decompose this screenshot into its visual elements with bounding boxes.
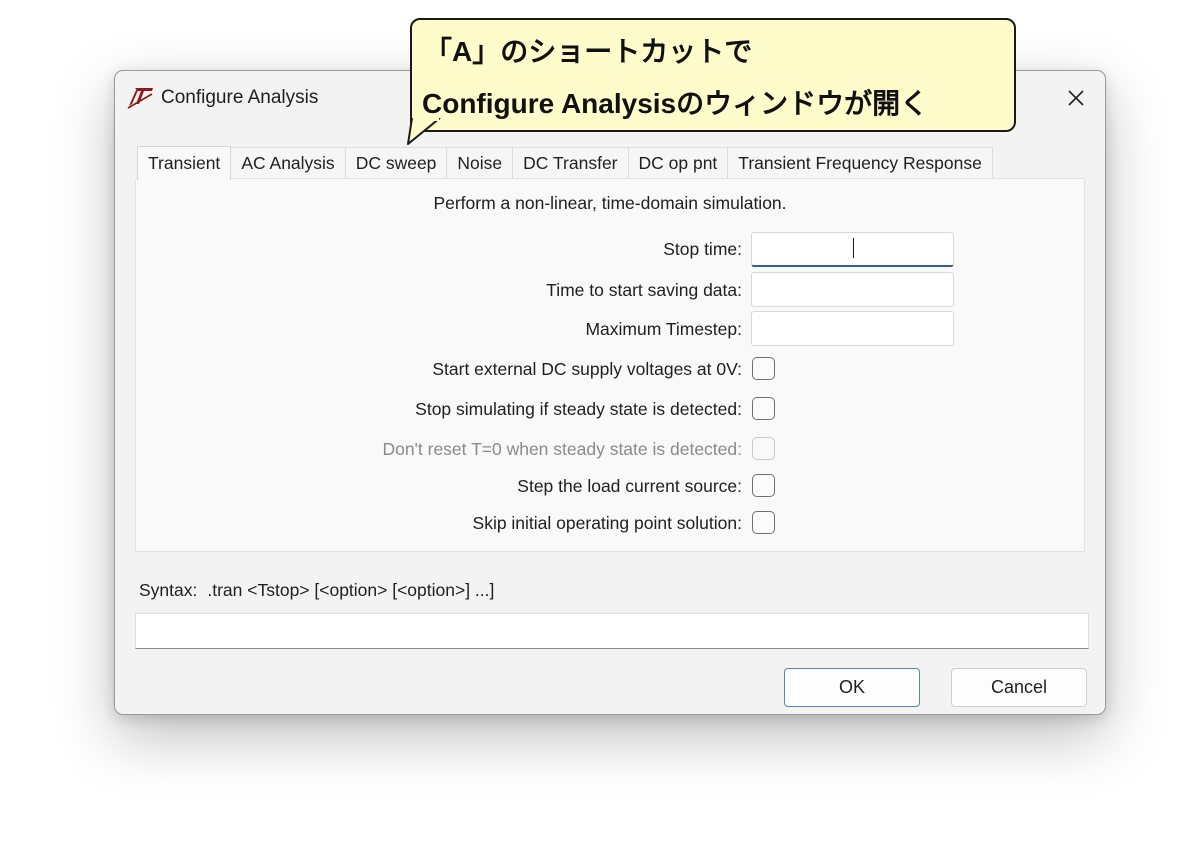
stop-steady-state-label: Stop simulating if steady state is detec… <box>415 399 742 419</box>
dont-reset-t0-label: Don't reset T=0 when steady state is det… <box>382 439 742 459</box>
callout-line-1: 「A」のショートカットで <box>424 36 753 67</box>
panel-description: Perform a non-linear, time-domain simula… <box>433 193 787 213</box>
stop-time-input[interactable] <box>751 232 954 267</box>
analysis-tabs: Transient AC Analysis DC sweep Noise DC … <box>137 145 993 180</box>
tab-dc-transfer[interactable]: DC Transfer <box>513 147 629 179</box>
tab-transient-frequency-response[interactable]: Transient Frequency Response <box>728 147 993 179</box>
syntax-value: .tran <Tstop> [<option> [<option>] ...] <box>207 580 495 600</box>
ok-button[interactable]: OK <box>784 668 920 707</box>
dont-reset-t0-checkbox <box>752 437 775 460</box>
tab-transient[interactable]: Transient <box>137 146 232 180</box>
step-load-current-label: Step the load current source: <box>517 476 742 496</box>
callout-line-2: Configure Analysisのウィンドウが開く <box>422 88 929 119</box>
tab-dc-op-pnt[interactable]: DC op pnt <box>628 147 729 179</box>
callout-tail <box>407 118 441 145</box>
close-button[interactable] <box>1061 83 1091 113</box>
skip-op-point-label: Skip initial operating point solution: <box>472 513 742 533</box>
skip-op-point-checkbox[interactable] <box>752 511 775 534</box>
maximum-timestep-input[interactable] <box>751 311 954 346</box>
start-saving-data-input[interactable] <box>751 272 954 307</box>
page: Configure Analysis Transient AC Analysis… <box>0 0 1204 844</box>
start-dc-supply-label: Start external DC supply voltages at 0V: <box>432 359 742 379</box>
cancel-button[interactable]: Cancel <box>951 668 1087 707</box>
maximum-timestep-label: Maximum Timestep: <box>585 319 742 339</box>
stop-time-label: Stop time: <box>663 239 742 259</box>
transient-panel: Perform a non-linear, time-domain simula… <box>135 178 1085 552</box>
syntax-row: Syntax: .tran <Tstop> [<option> [<option>… <box>139 580 494 601</box>
annotation-callout: 「A」のショートカットで Configure Analysisのウィンドウが開く <box>410 18 1016 132</box>
syntax-label: Syntax: <box>139 580 198 600</box>
tab-dc-sweep[interactable]: DC sweep <box>345 147 448 179</box>
configure-analysis-dialog: Configure Analysis Transient AC Analysis… <box>114 70 1106 715</box>
close-icon <box>1068 90 1084 106</box>
text-caret <box>853 238 854 258</box>
start-saving-data-label: Time to start saving data: <box>546 280 742 300</box>
syntax-command-field[interactable] <box>135 613 1089 649</box>
step-load-current-checkbox[interactable] <box>752 474 775 497</box>
tab-noise[interactable]: Noise <box>447 147 514 179</box>
tab-ac-analysis[interactable]: AC Analysis <box>231 147 346 179</box>
start-dc-supply-checkbox[interactable] <box>752 357 775 380</box>
ltspice-logo-icon <box>127 88 153 109</box>
stop-steady-state-checkbox[interactable] <box>752 397 775 420</box>
window-title: Configure Analysis <box>161 87 319 108</box>
